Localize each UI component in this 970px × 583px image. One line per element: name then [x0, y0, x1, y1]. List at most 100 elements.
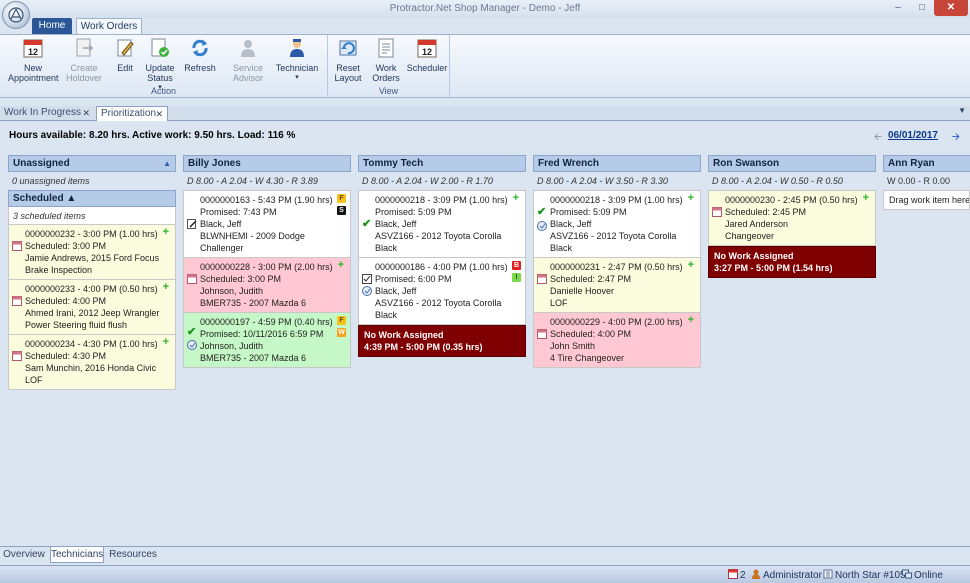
reset-layout-label: Reset Layout: [334, 63, 362, 83]
tab-technicians[interactable]: Technicians: [50, 547, 104, 563]
minimize-button[interactable]: –: [886, 0, 910, 16]
work-item-customer: Johnson, Judith: [200, 341, 264, 351]
work-item-vehicle: BMER735 - 2007 Mazda 6: [200, 353, 307, 363]
plus-icon[interactable]: +: [688, 260, 694, 271]
work-item-card[interactable]: 0000000233 - 4:00 PM (0.50 hrs) Schedule…: [8, 280, 176, 335]
current-date[interactable]: 06/01/2017: [888, 130, 938, 141]
column-header[interactable]: Billy Jones: [183, 155, 351, 172]
work-orders-icon: [378, 38, 394, 58]
work-item-customer: Sam Munchin, 2016 Honda Civic: [25, 363, 157, 373]
date-icon: [537, 274, 547, 284]
badge-icon: W: [337, 328, 346, 337]
location-indicator[interactable]: North Star #105: [823, 569, 906, 581]
column-header[interactable]: Ann Ryan: [883, 155, 970, 172]
previous-day-icon[interactable]: 🡨: [874, 130, 882, 147]
work-item-vehicle-detail: Black: [375, 243, 398, 253]
update-status-button[interactable]: Update Status ▾: [142, 37, 178, 93]
work-item-vehicle: BMER735 - 2007 Mazda 6: [200, 298, 307, 308]
plus-icon[interactable]: +: [163, 282, 169, 293]
plus-icon[interactable]: +: [863, 193, 869, 204]
column-header[interactable]: Fred Wrench: [533, 155, 701, 172]
unassigned-count: 0 unassigned items: [12, 176, 90, 186]
work-item-vehicle-detail: Challenger: [200, 243, 244, 253]
scheduled-header[interactable]: Scheduled ▲: [8, 190, 176, 207]
work-item-card[interactable]: 0000000228 - 3:00 PM (2.00 hrs) Schedule…: [183, 258, 351, 313]
technician-hours: D 8.00 - A 2.04 - W 2.00 - R 1.70: [362, 176, 493, 186]
maximize-button[interactable]: □: [910, 0, 934, 16]
drop-placeholder[interactable]: Drag work item here: [883, 190, 970, 210]
technician-column-billy-jones: Billy Jones D 8.00 - A 2.04 - W 4.30 - R…: [183, 155, 351, 368]
reset-layout-button[interactable]: Reset Layout: [330, 37, 366, 83]
section-title: Scheduled: [13, 193, 64, 204]
work-orders-button[interactable]: Work Orders: [368, 37, 404, 83]
technician-column-ann-ryan: Ann Ryan W 0.00 - R 0.00 Drag work item …: [883, 155, 970, 210]
plus-icon[interactable]: +: [163, 337, 169, 348]
column-header[interactable]: Ron Swanson: [708, 155, 876, 172]
technician-button[interactable]: Technician ▾: [274, 37, 320, 83]
work-item-card[interactable]: 0000000186 - 4:00 PM (1.00 hrs) Promised…: [358, 258, 526, 325]
close-tab-icon[interactable]: ✕: [155, 107, 163, 121]
next-day-icon[interactable]: 🡪: [952, 130, 960, 147]
bottom-tabs: Overview Technicians Resources: [0, 546, 970, 563]
building-icon: [823, 569, 833, 579]
scheduler-button[interactable]: 12 Scheduler: [406, 37, 448, 73]
plus-icon[interactable]: +: [338, 260, 344, 271]
app-orb-icon: [8, 7, 24, 23]
work-item-card[interactable]: 0000000232 - 3:00 PM (1.00 hrs) Schedule…: [8, 225, 176, 280]
technician-hours: D 8.00 - A 2.04 - W 0.50 - R 0.50: [712, 176, 843, 186]
view-group: Reset Layout Work Orders 12 Scheduler Vi…: [328, 35, 450, 98]
work-item-card[interactable]: 0000000229 - 4:00 PM (2.00 hrs) Schedule…: [533, 313, 701, 368]
tab-work-in-progress[interactable]: Work In Progress ✕: [0, 106, 94, 121]
collapse-icon[interactable]: ▲: [66, 193, 76, 204]
close-button[interactable]: ✕: [934, 0, 968, 16]
service-advisor-label: Service Advisor: [232, 63, 263, 83]
new-appointment-button[interactable]: 12 New Appointment: [8, 37, 59, 83]
work-item-time: Scheduled: 2:45 PM: [725, 207, 807, 217]
column-header[interactable]: Unassigned ▲: [8, 155, 176, 172]
tab-resources[interactable]: Resources: [106, 547, 160, 563]
no-work-block[interactable]: No Work Assigned 4:39 PM - 5:00 PM (0.35…: [358, 325, 526, 357]
work-item-card[interactable]: ✔ 0000000218 - 3:09 PM (1.00 hrs) Promis…: [358, 190, 526, 258]
refresh-button[interactable]: Refresh: [180, 37, 220, 73]
plus-icon[interactable]: +: [513, 193, 519, 204]
work-item-card[interactable]: 0000000163 - 5:43 PM (1.90 hrs) Promised…: [183, 190, 351, 258]
user-name: Administrator: [763, 570, 822, 581]
technician-hours: D 8.00 - A 2.04 - W 4.30 - R 3.89: [187, 176, 318, 186]
update-status-label: Update Status: [145, 63, 175, 83]
date-icon: [187, 274, 197, 284]
work-item-card[interactable]: ✔ 0000000218 - 3:09 PM (1.00 hrs) Promis…: [533, 190, 701, 258]
no-work-block[interactable]: No Work Assigned 3:27 PM - 5:00 PM (1.54…: [708, 246, 876, 278]
action-group-label: Action: [150, 86, 176, 96]
work-item-time: Scheduled: 4:30 PM: [25, 351, 107, 361]
tab-home[interactable]: Home: [32, 18, 72, 34]
person-icon: [241, 40, 255, 57]
technician-icon: [290, 39, 304, 57]
work-item-card[interactable]: 0000000231 - 2:47 PM (0.50 hrs) Schedule…: [533, 258, 701, 313]
collapse-icon[interactable]: ▲: [163, 156, 171, 171]
tab-prioritization[interactable]: Prioritization ✕: [96, 106, 168, 121]
technician-label: Technician: [275, 63, 319, 73]
work-item-card[interactable]: 0000000230 - 2:45 PM (0.50 hrs) Schedule…: [708, 190, 876, 246]
create-holdover-button[interactable]: Create Holdover: [62, 37, 106, 83]
user-indicator[interactable]: Administrator: [751, 569, 822, 581]
location-name: North Star #105: [835, 570, 906, 581]
service-advisor-button[interactable]: Service Advisor: [226, 37, 270, 83]
notifications-indicator[interactable]: 2: [728, 569, 746, 581]
document-tabs: Work In Progress ✕ Prioritization ✕: [0, 106, 970, 121]
work-item-time: Promised: 5:09 PM: [550, 207, 627, 217]
work-item-title: 0000000218 - 3:09 PM (1.00 hrs): [550, 195, 683, 205]
status-bar: 2 Administrator North Star #105 Online: [0, 565, 970, 583]
tab-work-orders[interactable]: Work Orders: [76, 18, 142, 34]
work-item-card[interactable]: 0000000234 - 4:30 PM (1.00 hrs) Schedule…: [8, 335, 176, 390]
app-menu-button[interactable]: [2, 1, 30, 29]
close-tab-icon[interactable]: ✕: [82, 106, 90, 120]
column-header[interactable]: Tommy Tech: [358, 155, 526, 172]
work-item-vehicle: ASVZ166 - 2012 Toyota Corolla: [375, 231, 502, 241]
plus-icon[interactable]: +: [163, 227, 169, 238]
work-item-card[interactable]: ✔ 0000000197 - 4:59 PM (0.40 hrs) Promis…: [183, 313, 351, 368]
plus-icon[interactable]: +: [688, 193, 694, 204]
tab-overview[interactable]: Overview: [0, 547, 48, 563]
plus-icon[interactable]: +: [688, 315, 694, 326]
tab-list-dropdown-icon[interactable]: ▼: [958, 106, 966, 115]
edit-button[interactable]: Edit: [108, 37, 142, 73]
